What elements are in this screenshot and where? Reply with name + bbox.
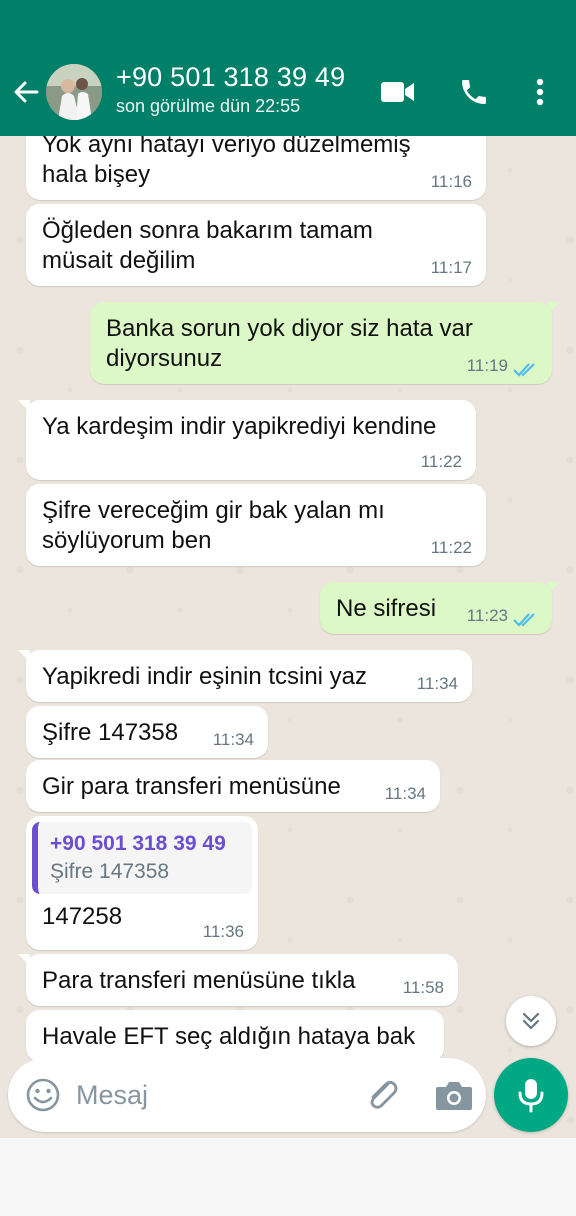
message-time: 11:23 [466, 606, 508, 625]
video-call-icon [381, 82, 414, 102]
message-time: 11:16 [430, 172, 472, 191]
message-time: 11:36 [202, 922, 244, 941]
read-check-icon [513, 363, 535, 377]
message-time: 11:22 [430, 538, 472, 557]
voice-message-button[interactable] [494, 1058, 568, 1132]
phone-icon [462, 80, 486, 104]
message-composer [8, 1058, 486, 1132]
message-text: Ya kardeşim indir yapikrediyi kendine [42, 413, 437, 440]
message-bubble-in[interactable]: Havale EFT seç aldığın hataya bak [26, 1010, 444, 1062]
contact-name: +90 501 318 39 49 [116, 62, 346, 92]
quoted-sender: +90 501 318 39 49 [50, 832, 226, 855]
message-time: 11:22 [420, 452, 462, 471]
chat-screen: Yok aynı hatayı veriyo düzelmemiş hala b… [0, 0, 576, 1138]
scroll-to-bottom-button[interactable] [506, 996, 556, 1046]
arrow-left-icon [14, 81, 39, 103]
message-bubble-in[interactable]: Ya kardeşim indir yapikrediyi kendine 11… [18, 400, 476, 480]
chat-header: +90 501 318 39 49 son görülme dün 22:55 [0, 0, 576, 136]
avatar[interactable] [46, 64, 102, 120]
message-time: 11:58 [402, 978, 444, 997]
message-text: Para transferi menüsüne tıkla [42, 967, 356, 994]
more-vert-icon [536, 78, 544, 106]
avatar-photo [46, 64, 102, 120]
message-bubble-in[interactable]: Yapikredi indir eşinin tcsini yaz 11:34 [18, 650, 472, 702]
mic-icon [518, 1079, 544, 1113]
message-time: 11:19 [466, 356, 508, 375]
message-bubble-in[interactable]: +90 501 318 39 49 Şifre 147358 147258 11… [26, 816, 258, 950]
message-time: 11:34 [384, 784, 426, 803]
message-bubble-in[interactable]: Gir para transferi menüsüne 11:34 [26, 760, 440, 812]
message-time: 11:34 [416, 674, 458, 693]
message-time: 11:34 [212, 730, 254, 749]
more-options-button[interactable] [524, 74, 556, 110]
paperclip-icon[interactable] [362, 1076, 402, 1114]
message-text: Banka sorun yok diyor siz hata var diyor… [106, 315, 473, 372]
message-bubble-out[interactable]: Ne sifresi 11:23 [320, 582, 560, 634]
message-bubble-in[interactable]: Öğleden sonra bakarım tamam müsait değil… [26, 204, 486, 286]
message-time: 11:17 [430, 258, 472, 277]
bottom-system-area [0, 1138, 576, 1216]
emoji-icon[interactable] [24, 1076, 62, 1114]
quoted-message[interactable]: +90 501 318 39 49 Şifre 147358 [32, 822, 252, 894]
camera-icon[interactable] [432, 1076, 476, 1114]
read-check-icon [513, 613, 535, 627]
message-bubble-out[interactable]: Banka sorun yok diyor siz hata var diyor… [90, 302, 560, 384]
message-text: Yok aynı hatayı veriyo düzelmemiş hala b… [42, 131, 411, 188]
message-bubble-in[interactable]: Şifre vereceğim gir bak yalan mı söylüyo… [26, 484, 486, 566]
voice-call-button[interactable] [456, 74, 492, 110]
contact-info[interactable]: +90 501 318 39 49 son görülme dün 22:55 [116, 60, 345, 118]
message-text: Havale EFT seç aldığın hataya bak [42, 1023, 416, 1050]
back-button[interactable] [8, 74, 44, 110]
message-text: Şifre vereceğim gir bak yalan mı söylüyo… [42, 497, 385, 554]
message-text: Gir para transferi menüsüne [42, 773, 341, 800]
message-text: Yapikredi indir eşinin tcsini yaz [42, 663, 368, 690]
message-input[interactable] [76, 1076, 346, 1114]
last-seen-status: son görülme dün 22:55 [116, 96, 301, 116]
message-bubble-in[interactable]: Şifre 147358 11:34 [26, 706, 268, 758]
video-call-button[interactable] [378, 74, 418, 110]
quoted-text: Şifre 147358 [50, 860, 170, 883]
double-chevron-down-icon [522, 1012, 540, 1030]
message-bubble-in[interactable]: Para transferi menüsüne tıkla 11:58 [18, 954, 458, 1006]
message-text: Öğleden sonra bakarım tamam müsait değil… [42, 217, 373, 274]
